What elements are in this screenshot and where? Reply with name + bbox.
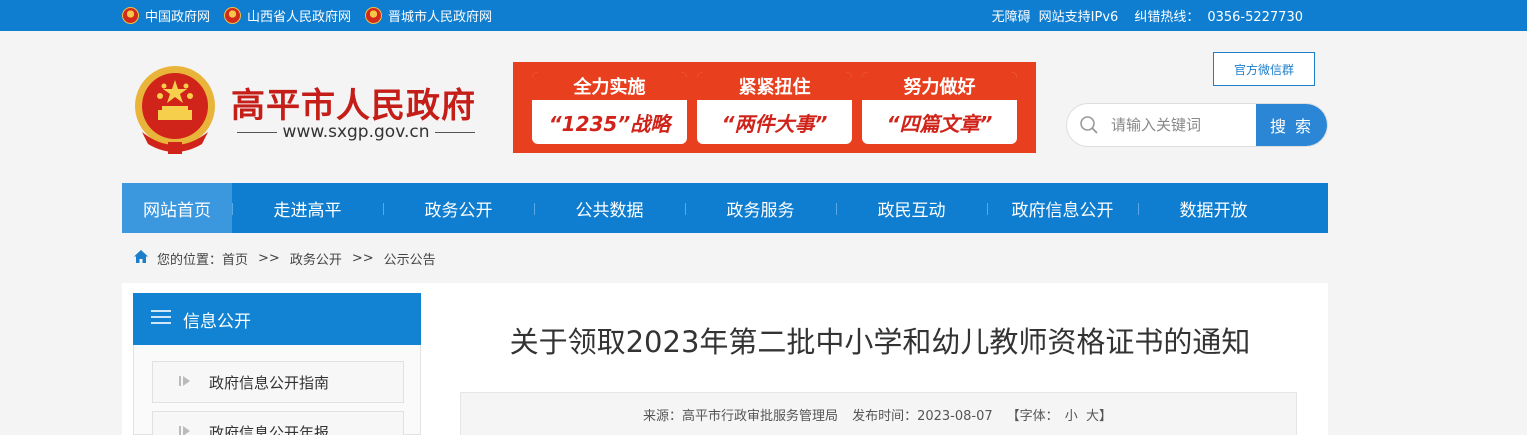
top-bar: 中国政府网 山西省人民政府网 晋城市人民政府网 无障碍 网站支持IPv6 纠错热… — [0, 0, 1527, 31]
national-emblem-icon — [122, 7, 139, 24]
content-area: 信息公开 政府信息公开指南 政府信息公开年报 关于领取2023年第二批中小学和幼… — [122, 283, 1328, 435]
font-small-button[interactable]: 小 — [1065, 409, 1078, 424]
date-value: 2023-08-07 — [917, 408, 993, 424]
main-nav: 网站首页 走进高平 政务公开 公共数据 政务服务 政民互动 政府信息公开 数据开… — [122, 183, 1328, 233]
article-source: 来源：高平市行政审批服务管理局 — [643, 405, 838, 424]
banner-card-top: 全力实施 — [532, 71, 687, 102]
gov-link-shanxi[interactable]: 山西省人民政府网 — [224, 6, 351, 25]
sidebar-item-disclosure-guide[interactable]: 政府信息公开指南 — [152, 361, 404, 403]
divider — [237, 131, 277, 133]
nav-government-affairs[interactable]: 政务公开 — [383, 183, 534, 233]
nav-about-gaoping[interactable]: 走进高平 — [232, 183, 383, 233]
banner-card-bottom: “两件大事” — [721, 112, 828, 136]
breadcrumb-government-affairs[interactable]: 政务公开 — [290, 249, 342, 268]
gov-link-label: 晋城市人民政府网 — [388, 10, 493, 25]
search-input[interactable] — [1111, 104, 1256, 146]
article-date: 发布时间：2023-08-07 — [852, 405, 993, 424]
wechat-group-button[interactable]: 官方微信群 — [1213, 52, 1315, 86]
article-meta: 来源：高平市行政审批服务管理局 发布时间：2023-08-07 【字体： 小 大… — [460, 392, 1297, 435]
banner-card-top: 努力做好 — [862, 71, 1017, 102]
nav-home[interactable]: 网站首页 — [122, 183, 232, 233]
banner-card: 努力做好 “四篇文章” — [862, 71, 1017, 144]
accessibility-link[interactable]: 无障碍 — [992, 6, 1031, 25]
breadcrumb-label: 您的位置： — [157, 252, 223, 268]
gov-link-label: 中国政府网 — [145, 10, 211, 25]
play-arrow-icon — [179, 373, 191, 391]
banner-card: 全力实施 “1235”战略 — [532, 71, 687, 144]
nav-public-data[interactable]: 公共数据 — [534, 183, 685, 233]
source-value: 高平市行政审批服务管理局 — [682, 408, 839, 424]
nav-info-disclosure[interactable]: 政府信息公开 — [987, 183, 1138, 233]
gov-link-label: 山西省人民政府网 — [247, 10, 352, 25]
site-title[interactable]: 高平市人民政府 — [231, 78, 476, 127]
national-emblem-logo[interactable] — [130, 62, 220, 158]
gov-link-jincheng[interactable]: 晋城市人民政府网 — [365, 6, 492, 25]
banner-card-bottom: “四篇文章” — [886, 112, 993, 136]
hotline-label: 纠错热线： — [1134, 10, 1200, 25]
divider — [435, 131, 476, 133]
sidebar-item-label: 政府信息公开年报 — [209, 423, 330, 435]
top-bar-right: 无障碍 网站支持IPv6 纠错热线： 0356-5227730 — [984, 0, 1303, 31]
nav-interaction[interactable]: 政民互动 — [836, 183, 987, 233]
nav-services[interactable]: 政务服务 — [685, 183, 836, 233]
breadcrumb-separator: >> — [258, 250, 280, 266]
font-size-label: 【字体： — [1006, 408, 1059, 424]
search-button[interactable]: 搜 索 — [1256, 104, 1327, 146]
breadcrumb-announcements[interactable]: 公示公告 — [384, 249, 436, 268]
home-icon — [133, 249, 149, 268]
ipv6-label: 网站支持IPv6 — [1038, 10, 1119, 25]
source-label: 来源： — [643, 408, 683, 424]
sidebar-item-annual-report[interactable]: 政府信息公开年报 — [152, 411, 404, 435]
menu-icon — [151, 309, 171, 329]
sidebar-list: 政府信息公开指南 政府信息公开年报 — [133, 345, 421, 435]
play-arrow-icon — [179, 423, 191, 435]
nav-open-data[interactable]: 数据开放 — [1138, 183, 1289, 233]
banner-card-bottom: “1235”战略 — [548, 112, 671, 136]
search-icon — [1067, 104, 1111, 146]
site-url-text: www.sxgp.gov.cn — [282, 122, 430, 142]
date-label: 发布时间： — [852, 408, 918, 424]
banner-card: 紧紧扭住 “两件大事” — [697, 71, 852, 144]
search-box: 搜 索 — [1066, 103, 1328, 147]
gov-link-china[interactable]: 中国政府网 — [122, 6, 210, 25]
breadcrumb: 您的位置： 首页 >> 政务公开 >> 公示公告 — [133, 248, 436, 268]
gov-links: 中国政府网 山西省人民政府网 晋城市人民政府网 — [122, 0, 506, 31]
sidebar-title: 信息公开 — [183, 311, 251, 332]
sidebar-item-label: 政府信息公开指南 — [209, 373, 330, 392]
breadcrumb-home[interactable]: 首页 — [222, 249, 248, 268]
banner-card-top: 紧紧扭住 — [697, 71, 852, 102]
hotline-number: 0356-5227730 — [1207, 10, 1303, 25]
sidebar-header: 信息公开 — [133, 293, 421, 345]
national-emblem-icon — [365, 7, 383, 24]
hotline: 纠错热线： 0356-5227730 — [1126, 6, 1303, 25]
site-url: www.sxgp.gov.cn — [231, 122, 481, 142]
font-size-control: 【字体： 小 大】 — [1007, 405, 1114, 424]
national-emblem-icon — [224, 7, 242, 24]
font-large-button[interactable]: 大】 — [1086, 409, 1112, 424]
breadcrumb-separator: >> — [351, 250, 374, 266]
article-title: 关于领取2023年第二批中小学和幼儿教师资格证书的通知 — [509, 325, 1251, 359]
slogan-banner[interactable]: 全力实施 “1235”战略 紧紧扭住 “两件大事” 努力做好 “四篇文章” — [513, 62, 1036, 153]
